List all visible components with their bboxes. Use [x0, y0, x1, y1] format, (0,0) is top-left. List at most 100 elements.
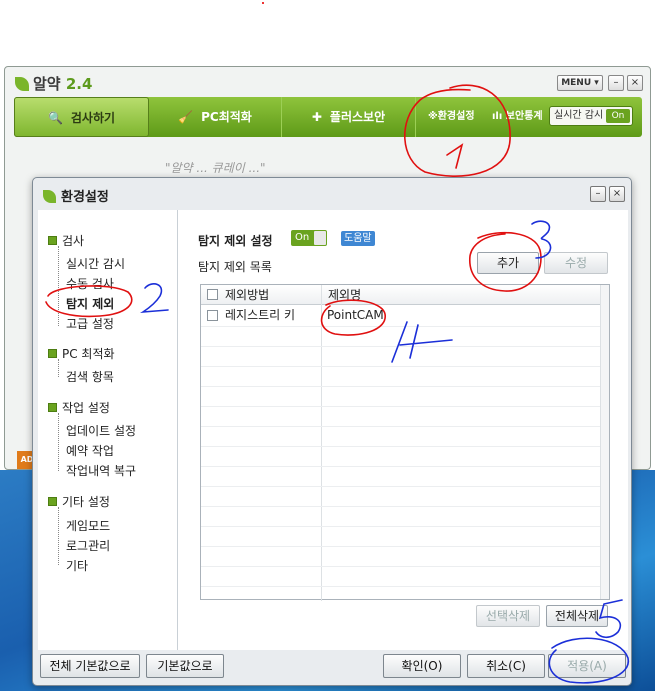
add-button[interactable]: 추가 [477, 252, 539, 274]
help-link[interactable]: 도움말 [341, 231, 375, 246]
row-divider [201, 546, 601, 547]
dialog-title: 환경설정 [43, 186, 109, 205]
alyac-logo-icon [15, 77, 29, 91]
settings-sidebar: 검사 실시간 감시 수동 검사 탐지 제외 고급 설정 PC 최적화 검색 항목… [38, 210, 178, 650]
row-divider [201, 406, 601, 407]
sidebar-group-label: 작업 설정 [62, 401, 110, 415]
app-close-button[interactable]: × [627, 75, 643, 91]
nav-plus-security-label: 플러스보안 [329, 110, 386, 124]
live-monitor-state: On [606, 109, 630, 123]
app-title: 알약 2.4 [15, 73, 92, 94]
apply-button[interactable]: 적용(A) [548, 654, 626, 678]
sidebar-group-label: 검사 [62, 234, 85, 248]
minimize-icon: – [613, 77, 619, 88]
dialog-title-text: 환경설정 [61, 190, 109, 205]
toggle-knob [314, 231, 326, 245]
nav-pc-optimize[interactable]: 🧹 PC최적화 [149, 97, 282, 137]
row-divider [201, 586, 601, 587]
nav-stats-label: ılı 보안통계 [492, 111, 543, 122]
reset-all-button[interactable]: 전체 기본값으로 [40, 654, 140, 678]
nav-settings-label: ※환경설정 [428, 111, 475, 122]
live-monitor-toggle[interactable]: 실시간 감시 On [549, 106, 633, 126]
screenshot-root: 알약 2.4 MENU ▾ – × 🔍 검사하기 🧹 PC최적화 ✚ 플러스보안 ※환… [0, 0, 655, 691]
row-divider [201, 506, 601, 507]
row-divider [201, 346, 601, 347]
sidebar-item-update[interactable]: 업데이트 설정 [66, 422, 136, 439]
sidebar-item-search-items[interactable]: 검색 항목 [66, 368, 114, 385]
main-nav-bar: 🔍 검사하기 🧹 PC최적화 ✚ 플러스보안 ※환경설정 ılı 보안통계 실시간 감… [14, 97, 642, 137]
sidebar-item-exclusion[interactable]: 탐지 제외 [66, 295, 114, 312]
live-monitor-label: 실시간 감시 [554, 110, 604, 121]
table-scrollbar[interactable] [600, 285, 609, 599]
ok-button[interactable]: 확인(O) [383, 654, 461, 678]
table-header: 제외방법 제외명 [201, 285, 601, 305]
nav-stats-link[interactable]: ılı 보안통계 [492, 97, 543, 137]
magnifier-icon: 🔍 [47, 111, 63, 125]
stray-dot [262, 2, 264, 4]
column-header-method: 제외방법 [225, 288, 270, 302]
sidebar-item-game-mode[interactable]: 게임모드 [66, 517, 110, 534]
sidebar-item-restore[interactable]: 작업내역 복구 [66, 462, 136, 479]
app-name: 알약 [33, 75, 61, 93]
row-divider [201, 566, 601, 567]
sidebar-item-etc[interactable]: 기타 [66, 557, 88, 574]
column-header-name: 제외명 [328, 288, 362, 302]
edit-button[interactable]: 수정 [544, 252, 608, 274]
column-divider [321, 285, 322, 601]
row-divider [201, 466, 601, 467]
row-divider [201, 486, 601, 487]
row-method: 레지스트리 키 [225, 308, 296, 322]
dialog-minimize-button[interactable]: – [590, 186, 606, 202]
nav-scan[interactable]: 🔍 검사하기 [14, 97, 149, 137]
app-version: 2.4 [65, 75, 93, 93]
select-all-checkbox[interactable] [207, 289, 218, 300]
nav-pc-optimize-label: PC최적화 [201, 110, 252, 124]
sidebar-group-label: PC 최적화 [62, 347, 115, 361]
nav-scan-label: 검사하기 [70, 111, 116, 125]
alyac-logo-icon [43, 190, 56, 203]
row-name: PointCAM [327, 308, 384, 322]
menu-button[interactable]: MENU ▾ [557, 75, 603, 91]
close-icon: × [612, 188, 622, 199]
sidebar-item-advanced[interactable]: 고급 설정 [66, 315, 114, 332]
group-bullet-icon [48, 236, 57, 245]
group-bullet-icon [48, 349, 57, 358]
delete-all-button[interactable]: 전체삭제 [546, 605, 608, 627]
group-bullet-icon [48, 497, 57, 506]
settings-dialog: 환경설정 – × 검사 실시간 감시 수동 검사 탐지 제외 고급 설정 PC … [32, 177, 632, 686]
delete-selected-button[interactable]: 선택삭제 [476, 605, 540, 627]
close-icon: × [630, 77, 640, 88]
minimize-icon: – [595, 188, 601, 199]
row-checkbox[interactable] [207, 310, 218, 321]
row-divider [201, 326, 601, 327]
group-bullet-icon [48, 403, 57, 412]
nav-settings-link[interactable]: ※환경설정 [428, 97, 475, 137]
exclusion-toggle[interactable]: On [291, 230, 327, 246]
menu-label: MENU [561, 78, 592, 88]
sidebar-group-scan[interactable]: 검사 [48, 232, 84, 249]
broom-icon: 🧹 [178, 110, 194, 124]
row-divider [201, 526, 601, 527]
tree-line [58, 413, 59, 471]
settings-content: 탐지 제외 설정 On 도움말 탐지 제외 목록 추가 수정 제외방법 제외명 … [178, 210, 628, 650]
nav-plus-security[interactable]: ✚ 플러스보안 [282, 97, 416, 137]
row-divider [201, 426, 601, 427]
sidebar-item-realtime[interactable]: 실시간 감시 [66, 255, 125, 272]
row-divider [201, 446, 601, 447]
dialog-close-button[interactable]: × [609, 186, 625, 202]
shield-plus-icon: ✚ [311, 110, 322, 124]
row-divider [201, 386, 601, 387]
row-divider [201, 366, 601, 367]
tree-line [58, 246, 59, 326]
cancel-button[interactable]: 취소(C) [467, 654, 545, 678]
section-title: 탐지 제외 설정 [198, 234, 273, 248]
list-label: 탐지 제외 목록 [198, 260, 272, 274]
app-minimize-button[interactable]: – [608, 75, 624, 91]
reset-button[interactable]: 기본값으로 [146, 654, 224, 678]
tree-line [58, 359, 59, 377]
sidebar-item-log[interactable]: 로그관리 [66, 537, 110, 554]
sidebar-item-schedule[interactable]: 예약 작업 [66, 442, 114, 459]
toggle-state: On [295, 232, 310, 243]
sidebar-item-manual-scan[interactable]: 수동 검사 [66, 275, 114, 292]
tree-line [58, 507, 59, 565]
